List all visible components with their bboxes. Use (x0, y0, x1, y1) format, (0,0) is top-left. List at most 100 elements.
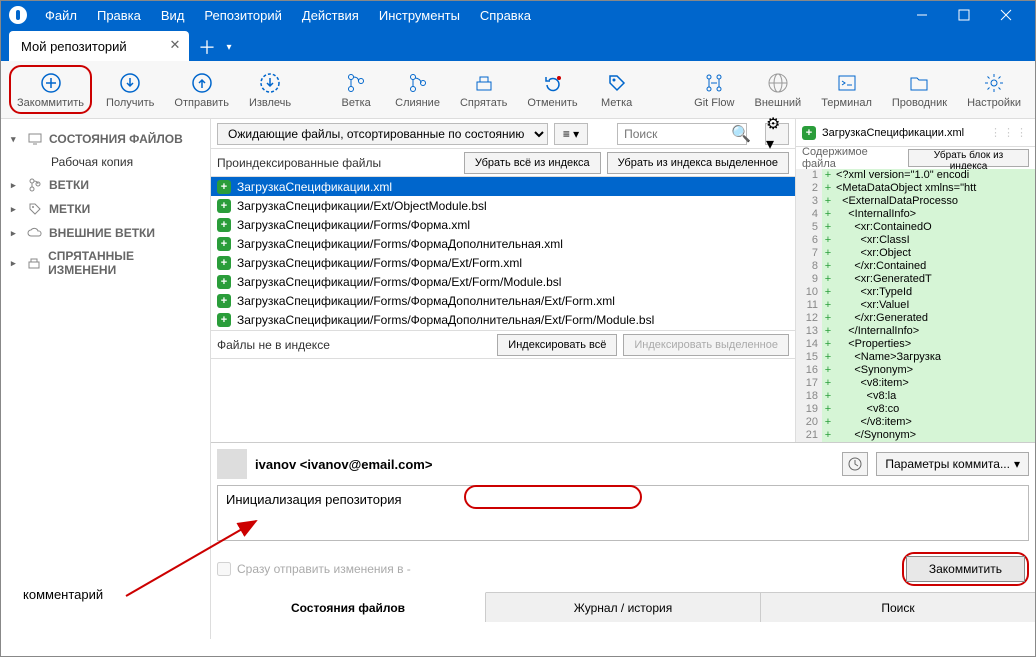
toolbar-settings-button[interactable]: Настройки (961, 65, 1027, 114)
line-number: 3 (796, 195, 822, 208)
diff-line[interactable]: 20+ </v8:item> (796, 416, 1035, 429)
diff-line[interactable]: 9+ <xr:GeneratedT (796, 273, 1035, 286)
diff-line[interactable]: 16+ <Synonym> (796, 364, 1035, 377)
toolbar-push-button[interactable]: Отправить (168, 65, 235, 114)
diff-line[interactable]: 11+ <xr:ValueI (796, 299, 1035, 312)
window-maximize-icon[interactable] (943, 1, 985, 29)
staged-file-row[interactable]: +ЗагрузкаСпецификации/Forms/ФормаДополни… (211, 234, 795, 253)
line-number: 14 (796, 338, 822, 351)
sidebar-remotes[interactable]: ▸ ВНЕШНИЕ ВЕТКИ (5, 221, 206, 245)
diff-line[interactable]: 21+ </Synonym> (796, 429, 1035, 442)
tab-add-button[interactable]: ＋ (193, 33, 221, 61)
staged-file-row[interactable]: +ЗагрузкаСпецификации/Forms/Форма/Ext/Fo… (211, 272, 795, 291)
cloud-icon (27, 225, 43, 241)
diff-line[interactable]: 1+<?xml version="1.0" encodi (796, 169, 1035, 182)
line-number: 1 (796, 169, 822, 182)
toolbar-tag-button[interactable]: Метка (592, 65, 642, 114)
diff-line[interactable]: 13+ </InternalInfo> (796, 325, 1035, 338)
diff-line[interactable]: 7+ <xr:Object (796, 247, 1035, 260)
toolbar-stash-button[interactable]: Спрятать (454, 65, 513, 114)
sidebar-working-copy[interactable]: Рабочая копия (5, 151, 206, 173)
tab-close-icon[interactable]: ✕ (167, 37, 183, 53)
diff-line[interactable]: 5+ <xr:ContainedO (796, 221, 1035, 234)
staged-file-row[interactable]: +ЗагрузкаСпецификации.xml (211, 177, 795, 196)
toolbar-pull-button[interactable]: Получить (100, 65, 160, 114)
file-path: ЗагрузкаСпецификации/Forms/ФормаДополнит… (237, 237, 563, 251)
push-icon (190, 71, 214, 95)
diff-plus-icon: + (822, 338, 834, 351)
stage-selected-button[interactable]: Индексировать выделенное (623, 334, 789, 356)
push-after-commit-checkbox[interactable]: Сразу отправить изменения в - (217, 562, 411, 576)
line-number: 20 (796, 416, 822, 429)
stage-all-button[interactable]: Индексировать всё (497, 334, 617, 356)
diff-line[interactable]: 19+ <v8:co (796, 403, 1035, 416)
toolbar-discard-button[interactable]: Отменить (521, 65, 583, 114)
toolbar-gitflow-button[interactable]: Git Flow (688, 65, 740, 114)
menu-repository[interactable]: Репозиторий (194, 8, 291, 23)
repo-tab[interactable]: Мой репозиторий ✕ (9, 31, 189, 61)
staged-file-row[interactable]: +ЗагрузкаСпецификации/Forms/ФормаДополни… (211, 310, 795, 329)
diff-line[interactable]: 3+ <ExternalDataProcesso (796, 195, 1035, 208)
diff-line[interactable]: 4+ <InternalInfo> (796, 208, 1035, 221)
remote-icon (766, 71, 790, 95)
diff-line[interactable]: 14+ <Properties> (796, 338, 1035, 351)
diff-line[interactable]: 2+<MetaDataObject xmlns="htt (796, 182, 1035, 195)
tag-icon (605, 71, 629, 95)
unstage-hunk-button[interactable]: Убрать блок из индекса (908, 149, 1029, 167)
drag-handle-icon[interactable]: ⋮⋮⋮ (990, 126, 1029, 139)
window-close-icon[interactable] (985, 1, 1027, 29)
menu-help[interactable]: Справка (470, 8, 541, 23)
sidebar-branches[interactable]: ▸ ВЕТКИ (5, 173, 206, 197)
commit-options-button[interactable]: Параметры коммита... ▾ (876, 452, 1029, 476)
diff-plus-icon: + (822, 247, 834, 260)
line-number: 11 (796, 299, 822, 312)
unstage-selected-button[interactable]: Убрать из индекса выделенное (607, 152, 789, 174)
stash-icon (27, 255, 42, 271)
diff-plus-icon: + (822, 234, 834, 247)
diff-line[interactable]: 18+ <v8:la (796, 390, 1035, 403)
menu-actions[interactable]: Действия (292, 8, 369, 23)
staged-file-row[interactable]: +ЗагрузкаСпецификации/Forms/Форма.xml (211, 215, 795, 234)
menu-tools[interactable]: Инструменты (369, 8, 470, 23)
menu-file[interactable]: Файл (35, 8, 87, 23)
view-mode-button[interactable]: ≡ ▾ (554, 123, 588, 145)
diff-line[interactable]: 6+ <xr:ClassI (796, 234, 1035, 247)
toolbar-fetch-button[interactable]: Извлечь (243, 65, 297, 114)
sidebar-stashes[interactable]: ▸ СПРЯТАННЫЕ ИЗМЕНЕНИ (5, 245, 206, 281)
bottom-tab-file-states[interactable]: Состояния файлов (211, 592, 486, 622)
window-minimize-icon[interactable] (901, 1, 943, 29)
staged-file-row[interactable]: +ЗагрузкаСпецификации/Forms/ФормаДополни… (211, 291, 795, 310)
commit-history-button[interactable] (842, 452, 868, 476)
staged-file-row[interactable]: +ЗагрузкаСпецификации/Forms/Форма/Ext/Fo… (211, 253, 795, 272)
sidebar-tags-label: МЕТКИ (49, 202, 90, 216)
menu-edit[interactable]: Правка (87, 8, 151, 23)
toolbar-explorer-button[interactable]: Проводник (886, 65, 953, 114)
commit-message-input[interactable] (217, 485, 1029, 541)
diff-line[interactable]: 15+ <Name>Загрузка (796, 351, 1035, 364)
diff-line[interactable]: 12+ </xr:Generated (796, 312, 1035, 325)
toolbar-merge-button[interactable]: Слияние (389, 65, 446, 114)
toolbar-branch-button[interactable]: Ветка (331, 65, 381, 114)
toolbar-label: Терминал (821, 97, 872, 109)
unstage-all-button[interactable]: Убрать всё из индекса (464, 152, 601, 174)
diff-line[interactable]: 8+ </xr:Contained (796, 260, 1035, 273)
diff-line[interactable]: 10+ <xr:TypeId (796, 286, 1035, 299)
toolbar-terminal-button[interactable]: Терминал (815, 65, 878, 114)
sidebar-file-states[interactable]: ▾ СОСТОЯНИЯ ФАЙЛОВ (5, 127, 206, 151)
file-added-icon: + (217, 218, 231, 232)
menu-view[interactable]: Вид (151, 8, 195, 23)
bottom-tab-log[interactable]: Журнал / история (486, 593, 761, 622)
bottom-tab-search[interactable]: Поиск (761, 593, 1035, 622)
settings-gear-button[interactable]: ⚙ ▾ (765, 123, 789, 145)
search-input[interactable] (617, 123, 747, 145)
commit-button[interactable]: Закоммитить (906, 556, 1025, 582)
staged-file-row[interactable]: +ЗагрузкаСпецификации/Ext/ObjectModule.b… (211, 196, 795, 215)
filter-row: Ожидающие файлы, отсортированные по сост… (211, 119, 795, 149)
pending-filter-select[interactable]: Ожидающие файлы, отсортированные по сост… (217, 123, 548, 145)
toolbar-commit-button[interactable]: Закоммитить (9, 65, 92, 114)
diff-line[interactable]: 17+ <v8:item> (796, 377, 1035, 390)
sidebar-tags[interactable]: ▸ МЕТКИ (5, 197, 206, 221)
tab-dropdown-icon[interactable]: ▾ (221, 33, 237, 61)
toolbar-remote-button[interactable]: Внешний (748, 65, 807, 114)
annotation-comment-label: комментарий (23, 587, 103, 602)
